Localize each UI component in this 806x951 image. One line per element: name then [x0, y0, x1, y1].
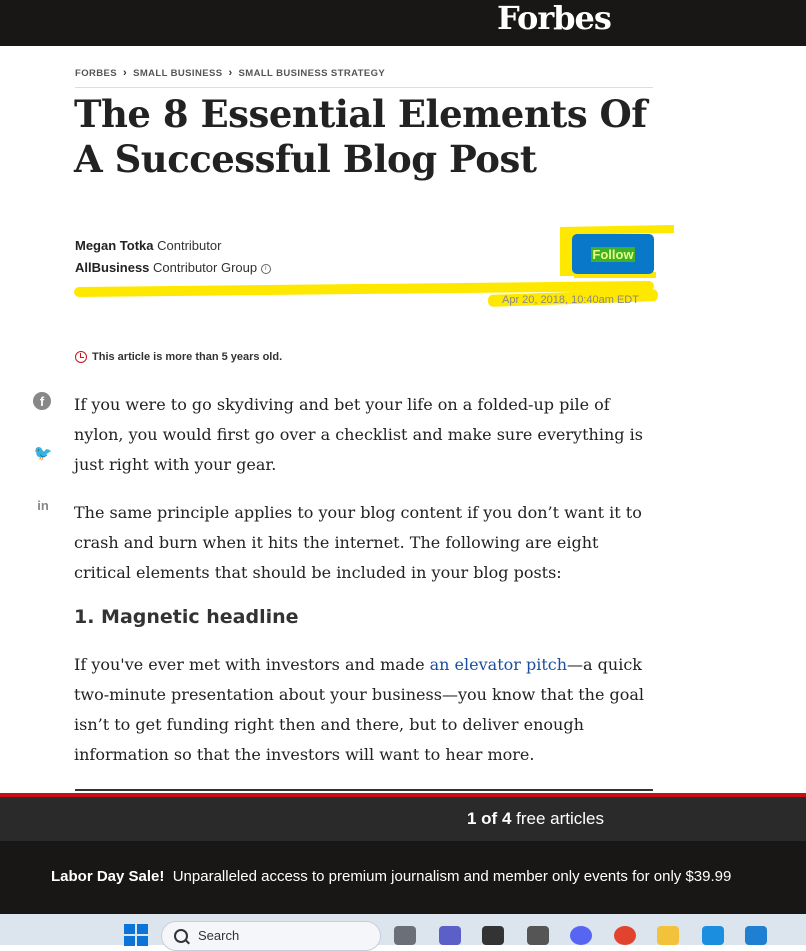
group-role: Contributor Group	[153, 260, 258, 275]
unity-icon[interactable]	[482, 926, 504, 945]
info-icon[interactable]: i	[260, 263, 271, 274]
article-meter-bar	[0, 797, 806, 841]
sale-title: Labor Day Sale!	[51, 868, 165, 885]
vscode-icon[interactable]	[745, 926, 767, 945]
breadcrumb-item[interactable]: FORBES	[75, 68, 117, 79]
follow-button[interactable]: Follow	[572, 234, 654, 274]
breadcrumb: FORBES › SMALL BUSINESS › SMALL BUSINESS…	[75, 67, 385, 79]
author-name[interactable]: Megan Totka	[75, 238, 154, 253]
meter-count: 1 of 4	[467, 809, 512, 828]
follow-label: Follow	[591, 246, 635, 262]
discord-icon[interactable]	[570, 926, 592, 945]
article-paragraph: The same principle applies to your blog …	[74, 503, 642, 582]
age-notice: This article is more than 5 years old.	[75, 351, 282, 363]
twitter-icon[interactable]: 🐦	[33, 444, 53, 464]
elevator-pitch-link[interactable]: an elevator pitch	[430, 655, 567, 674]
age-notice-text: This article is more than 5 years old.	[92, 351, 283, 363]
article-paragraph: If you were to go skydiving and bet your…	[74, 395, 643, 474]
sale-text[interactable]: Labor Day Sale! Unparalleled access to p…	[51, 868, 731, 885]
clock-icon	[75, 351, 87, 363]
linkedin-icon[interactable]: in	[33, 496, 53, 516]
chevron-right-icon: ›	[228, 67, 233, 79]
search-icon	[174, 929, 188, 943]
top-nav-bar: Forbes	[0, 0, 806, 46]
meter-label: free articles	[511, 809, 604, 828]
section-heading: 1. Magnetic headline	[74, 606, 299, 628]
facebook-icon[interactable]: f	[33, 392, 51, 410]
breadcrumb-item[interactable]: SMALL BUSINESS STRATEGY	[239, 68, 386, 79]
chrome-icon[interactable]	[614, 926, 636, 945]
breadcrumb-item[interactable]: SMALL BUSINESS	[133, 68, 222, 79]
divider	[75, 789, 653, 791]
author-role: Contributor	[157, 238, 222, 253]
sale-description: Unparalleled access to premium journalis…	[172, 868, 732, 885]
divider	[75, 87, 653, 88]
group-name[interactable]: AllBusiness	[75, 260, 149, 275]
windows-start-icon[interactable]	[124, 924, 148, 946]
article-title: The 8 Essential Elements Of A Successful…	[74, 92, 647, 181]
forbes-logo[interactable]: Forbes	[497, 0, 612, 36]
file-explorer-icon[interactable]	[657, 926, 679, 945]
article-meter-text: 1 of 4 free articles	[467, 809, 604, 829]
teams-icon[interactable]	[439, 926, 461, 945]
mail-icon[interactable]	[702, 926, 724, 945]
unity-hub-icon[interactable]	[527, 926, 549, 945]
author-block: Megan Totka Contributor AllBusiness Cont…	[75, 235, 271, 279]
chevron-right-icon: ›	[123, 67, 128, 79]
task-view-icon[interactable]	[394, 926, 416, 945]
taskbar-search-input[interactable]: Search	[161, 921, 381, 951]
article-paragraph: If you've ever met with investors and ma…	[74, 650, 654, 770]
publish-date: Apr 20, 2018, 10:40am EDT	[502, 294, 639, 306]
paragraph-text: If you've ever met with investors and ma…	[74, 655, 430, 674]
taskbar-search-label: Search	[198, 928, 240, 943]
